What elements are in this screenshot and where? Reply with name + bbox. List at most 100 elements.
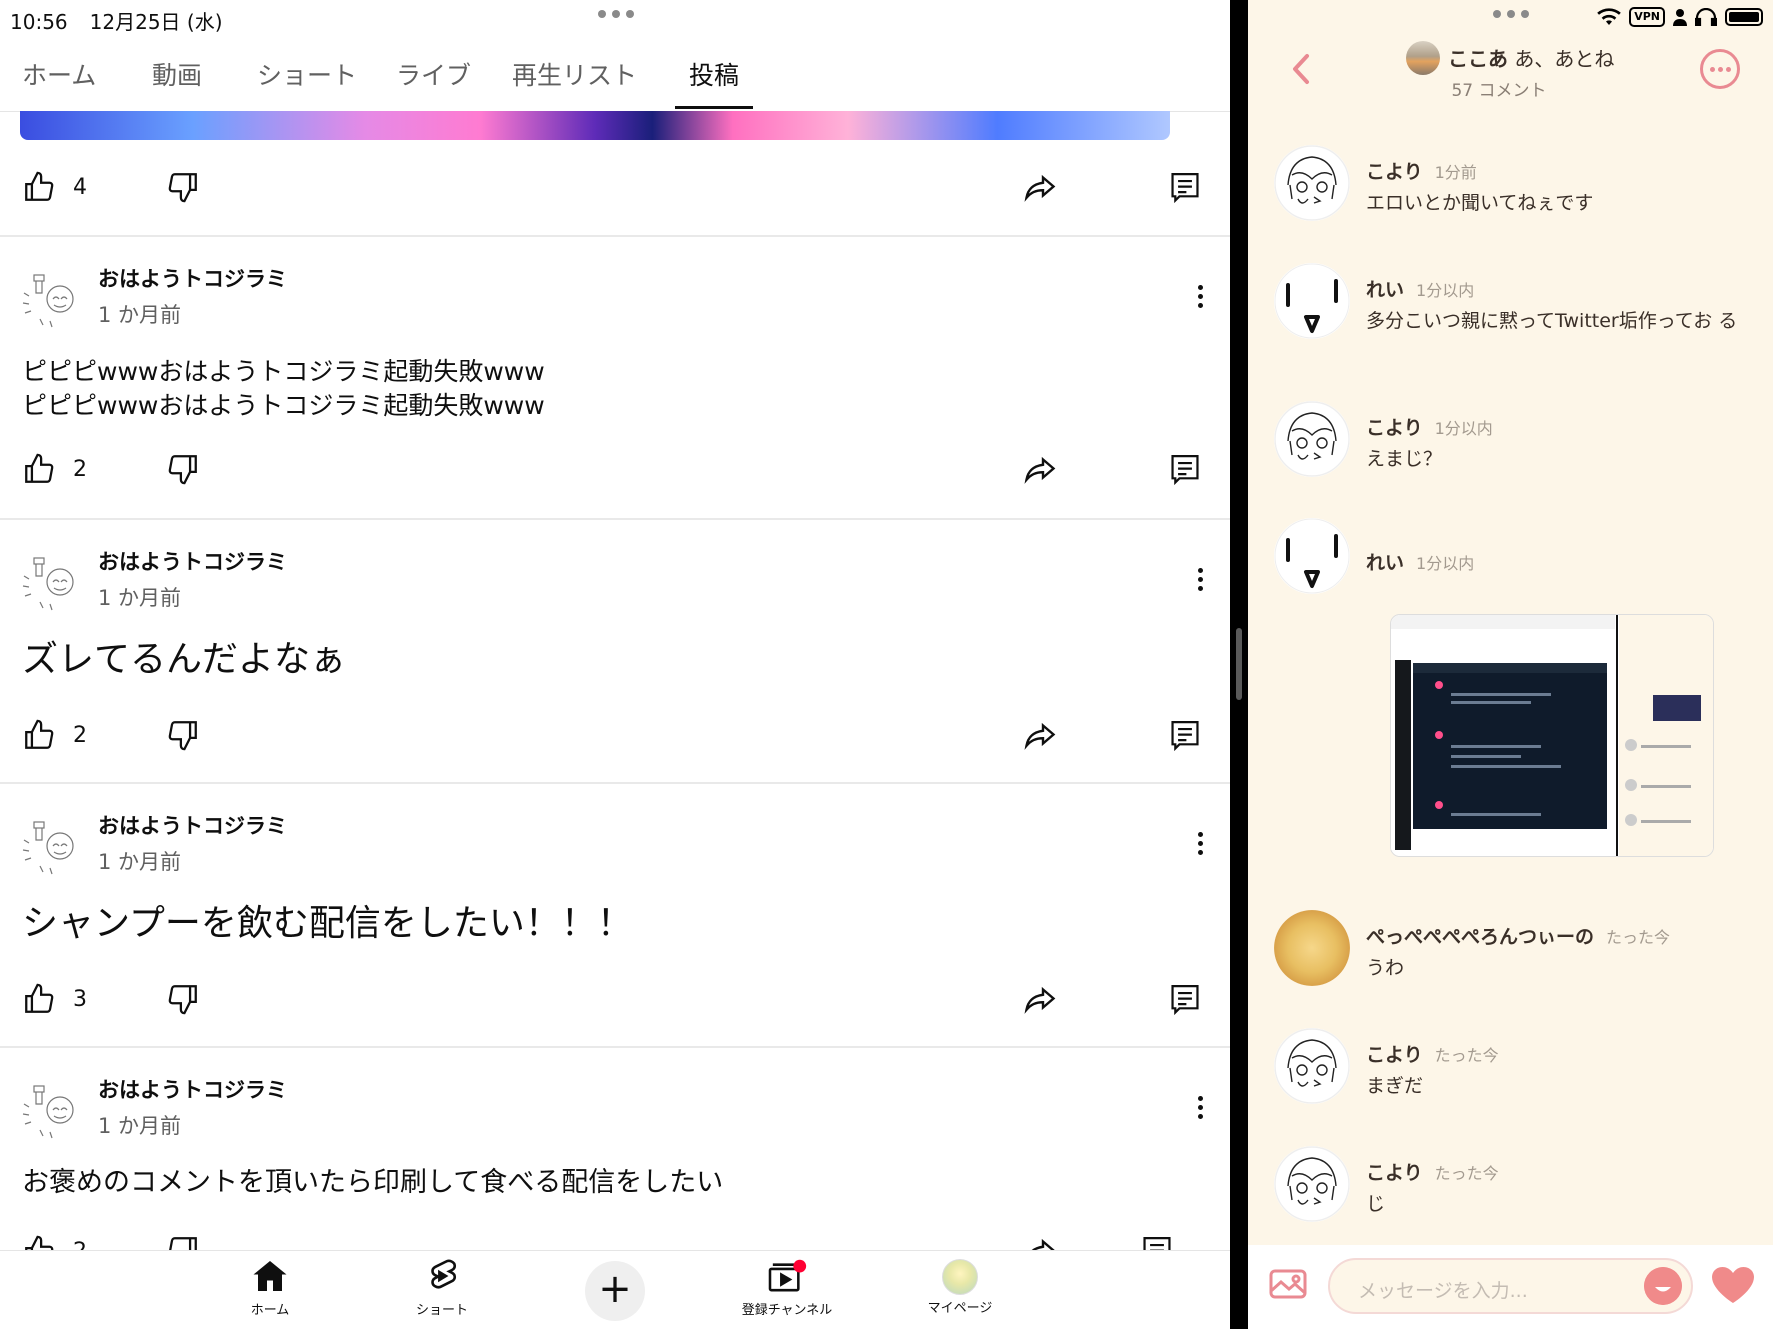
share-button[interactable] [1022,1234,1058,1250]
message-author: こより 1分以内 [1366,417,1493,439]
multitask-handle[interactable] [1493,10,1529,18]
comment-button[interactable] [1168,170,1202,206]
post-time: 1 か月前 [98,850,182,874]
thumbs-up-icon [25,171,54,201]
channel-avatar[interactable] [20,269,80,329]
nav-shorts[interactable]: ショート [382,1259,502,1318]
photo-picker-icon[interactable] [1268,1267,1308,1301]
create-button[interactable]: + [585,1261,645,1321]
room-avatar[interactable] [1406,41,1440,75]
dislike-button[interactable] [166,982,200,1016]
split-view-handle[interactable] [1236,628,1242,700]
active-tab-indicator [675,106,753,109]
share-button[interactable] [1022,982,1058,1018]
like-button[interactable] [22,452,56,486]
thumbs-up-icon [25,719,54,749]
battery-icon [1725,8,1763,26]
channel-tabs: ホーム 動画 ショート ライブ 再生リスト 投稿 [0,48,1230,112]
post-menu-button[interactable] [1196,1096,1204,1123]
like-button[interactable] [22,170,56,204]
post-actions: 2 [0,718,1230,758]
dislike-button[interactable] [166,718,200,752]
post-menu-button[interactable] [1196,832,1204,859]
like-count: 2 [73,723,87,748]
post-actions: 4 [0,170,1230,210]
community-post: おはようトコジラミ 1 か月前 シャンプーを飲む配信をしたい！！！ 3 [0,784,1230,1046]
comment-button[interactable] [1140,1234,1174,1250]
tab-playlists[interactable]: 再生リスト [512,56,637,92]
post-menu-button[interactable] [1196,285,1204,312]
tab-videos[interactable]: 動画 [152,56,202,92]
rei-avatar[interactable] [1274,263,1350,339]
profile-avatar [942,1259,978,1295]
room-menu-button[interactable] [1700,49,1740,89]
rei-avatar[interactable] [1274,518,1350,594]
shorts-icon [431,1259,457,1289]
tab-posts[interactable]: 投稿 [689,56,739,92]
message-author: こより たった今 [1366,1162,1499,1184]
thumbs-up-icon [25,1235,54,1250]
like-button[interactable] [22,982,56,1016]
community-post: おはようトコジラミ 1 か月前 ピピピwwwおはようトコジラミ起動失敗www ピ… [0,237,1230,518]
dislike-button[interactable] [166,452,200,486]
emoji-smile-icon[interactable] [1644,1267,1682,1305]
thumbs-down-icon [169,1237,197,1250]
status-bar-right: VPN [1597,6,1763,28]
post-author[interactable]: おはようトコジラミ [98,1074,287,1104]
tab-shorts[interactable]: ショート [257,56,357,92]
share-button[interactable] [1022,170,1058,206]
like-button[interactable] [22,718,56,752]
post-actions: 2 [0,1234,1230,1250]
heart-icon[interactable] [1710,1265,1756,1305]
tab-home[interactable]: ホーム [22,56,96,92]
koyori-avatar[interactable] [1274,145,1350,221]
koyori-avatar[interactable] [1274,401,1350,477]
message-text: えまじ？ [1366,448,1443,470]
comment-button[interactable] [1168,718,1202,754]
multitask-handle[interactable] [598,10,634,18]
post-image-banner[interactable] [20,111,1170,140]
screenshot-thumbnail [1391,615,1713,856]
comment-count: 57 コメント [1451,81,1547,101]
nav-subscriptions[interactable]: 登録チャンネル [727,1259,847,1318]
share-icon [1024,986,1056,1014]
image-attachment[interactable] [1390,614,1714,857]
like-button[interactable] [22,1234,56,1250]
room-title[interactable]: ここあ あ、あとね [1448,43,1614,72]
comment-icon [1171,721,1199,752]
comment-button[interactable] [1168,452,1202,488]
share-icon [1024,174,1056,202]
like-count: 2 [73,1239,87,1250]
share-button[interactable] [1022,452,1058,488]
chat-header: ここあ あ、あとね 57 コメント [1248,36,1773,106]
post-author[interactable]: おはようトコジラミ [98,546,287,576]
channel-avatar[interactable] [20,552,80,612]
split-view-divider[interactable] [1230,0,1248,1329]
vpn-badge: VPN [1629,7,1665,27]
message-text: うわ [1366,957,1405,979]
message-input[interactable]: メッセージを入力... [1328,1258,1693,1314]
nav-home[interactable]: ホーム [210,1259,330,1318]
message-text: 多分こいつ親に黙ってTwitter垢作ってお る [1366,310,1738,332]
chat-app-pane: VPN ここあ あ、あとね 57 コメント こより 1分前 エロいとか聞いてねぇで… [1248,0,1773,1329]
post-author[interactable]: おはようトコジラミ [98,263,287,293]
nav-my-page[interactable]: マイページ [900,1259,1020,1316]
channel-avatar[interactable] [20,816,80,876]
message-author: れい 1分以内 [1366,552,1475,574]
comment-button[interactable] [1168,982,1202,1018]
thumbs-down-icon [168,173,197,203]
koyori-avatar[interactable] [1274,1028,1350,1104]
post-author[interactable]: おはようトコジラミ [98,810,287,840]
tab-live[interactable]: ライブ [396,56,471,92]
share-button[interactable] [1022,718,1058,754]
comment-icon [1171,173,1199,204]
thumbs-up-icon [25,983,54,1013]
post-text: ピピピwwwおはようトコジラミ起動失敗www ピピピwwwおはようトコジラミ起動… [22,357,545,420]
post-menu-button[interactable] [1196,568,1204,595]
pasta-avatar[interactable] [1274,910,1350,986]
dislike-button[interactable] [166,170,200,204]
bottom-navigation: ホーム ショート + 登録チャンネル マイページ [0,1250,1230,1329]
koyori-avatar[interactable] [1274,1146,1350,1222]
channel-avatar[interactable] [20,1080,80,1140]
dislike-button[interactable] [166,1234,200,1250]
